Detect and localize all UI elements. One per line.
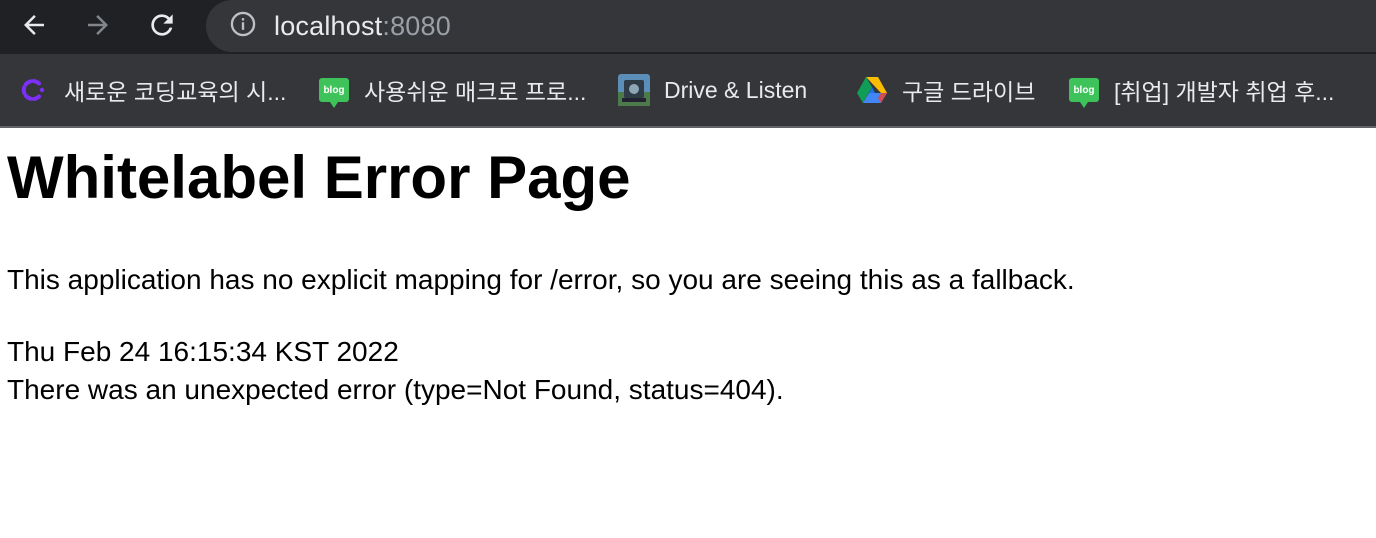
url-port: :8080 (382, 11, 451, 41)
blog-icon-text: blog (319, 78, 349, 108)
info-icon (229, 10, 257, 43)
address-bar[interactable]: localhost:8080 (206, 0, 1376, 52)
page-title: Whitelabel Error Page (7, 144, 631, 211)
error-timestamp: Thu Feb 24 16:15:34 KST 2022 (7, 336, 399, 367)
bookmark-coding-education[interactable]: 새로운 코딩교육의 시... (18, 70, 286, 110)
reload-button[interactable] (142, 7, 182, 47)
back-button[interactable] (14, 7, 54, 47)
blog-icon-text: blog (1069, 78, 1099, 108)
browser-toolbar: localhost:8080 (0, 0, 1376, 54)
site-info-button[interactable] (228, 11, 258, 41)
blog-icon: blog (318, 74, 350, 108)
arrow-left-icon (19, 10, 49, 45)
bookmark-label: Drive & Listen (664, 76, 808, 103)
url-text[interactable]: localhost:8080 (274, 9, 451, 43)
bookmark-label: 구글 드라이브 (902, 79, 1036, 105)
error-description: This application has no explicit mapping… (7, 264, 1075, 295)
reload-icon (146, 9, 178, 46)
bookmark-label: [취업] 개발자 취업 후... (1114, 79, 1335, 105)
coding-school-icon (18, 74, 50, 106)
bookmark-job-blog[interactable]: blog [취업] 개발자 취업 후... (1068, 70, 1334, 110)
bookmark-label: 새로운 코딩교육의 시... (64, 79, 287, 105)
bookmark-label: 사용쉬운 매크로 프로... (364, 79, 587, 105)
bookmark-macro-blog[interactable]: blog 사용쉬운 매크로 프로... (318, 70, 586, 110)
error-message: There was an unexpected error (type=Not … (7, 374, 784, 405)
google-drive-icon (856, 74, 888, 106)
bookmark-drive-listen[interactable]: Drive & Listen (618, 70, 807, 110)
bookmark-google-drive[interactable]: 구글 드라이브 (856, 70, 1035, 110)
drive-listen-icon (618, 74, 650, 106)
arrow-right-icon (83, 10, 113, 45)
forward-button[interactable] (78, 7, 118, 47)
blog-icon: blog (1068, 74, 1100, 108)
url-host: localhost (274, 11, 383, 41)
toolbar-divider (0, 126, 1376, 128)
